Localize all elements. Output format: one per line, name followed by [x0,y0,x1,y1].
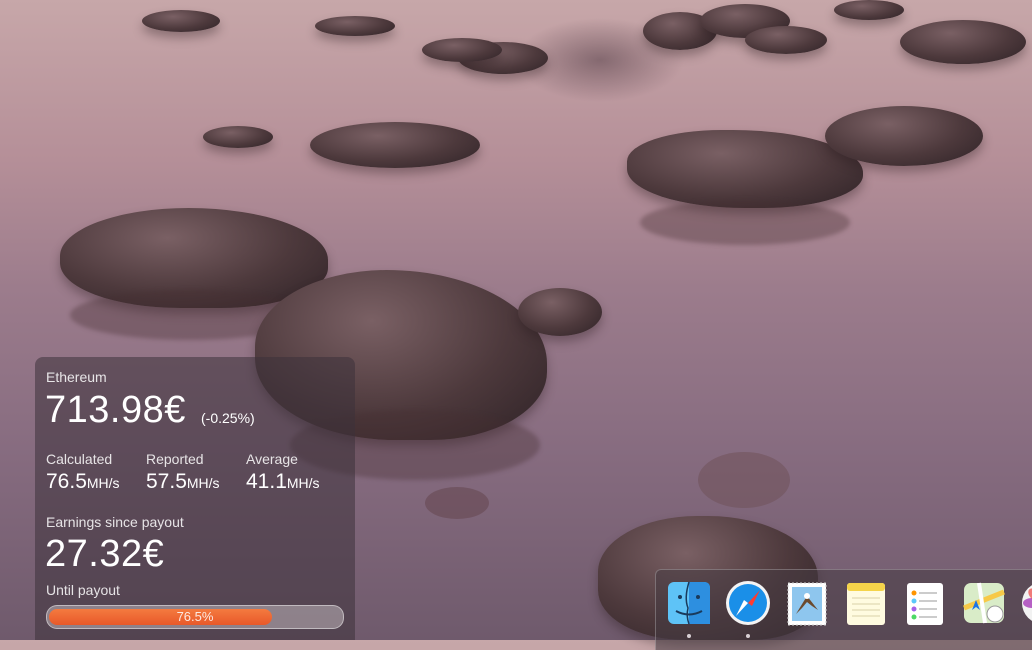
maps-icon [963,582,1005,624]
payout-label: Until payout [46,582,120,598]
mail-icon [787,582,827,626]
wallpaper-rock [518,288,602,336]
wallpaper-rock [315,16,395,36]
wallpaper-rock [422,38,502,62]
wallpaper-rock [203,126,273,148]
running-indicator [746,634,750,638]
wallpaper-rock [900,20,1026,64]
metric-value-calculated: 76.5MH/s [46,470,120,493]
reminders-icon [907,583,943,625]
wallpaper-rock [825,106,983,166]
coin-name: Ethereum [46,369,107,385]
payout-progress-bar: 76.5% [46,605,344,629]
earnings-value: 27.32€ [45,533,165,575]
dock-item-maps[interactable] [959,578,1009,628]
running-indicator [687,634,691,638]
metric-label-calculated: Calculated [46,451,113,467]
dock-item-reminders[interactable] [900,578,950,628]
mining-stats-widget: Ethereum 713.98€ (-0.25%) Calculated 76.… [35,357,355,640]
metric-label-reported: Reported [146,451,204,467]
payout-progress-text: 76.5% [176,609,214,624]
safari-icon [726,581,770,625]
coin-price: 713.98€ [45,389,186,431]
wallpaper-rock [745,26,827,54]
dock-item-safari[interactable] [723,578,773,628]
wallpaper-rock [834,0,904,20]
wallpaper-rock [142,10,220,32]
wallpaper-reflection [640,200,850,245]
finder-icon [668,581,710,625]
dock-item-mail[interactable] [782,578,832,628]
wallpaper-rock [310,122,480,168]
metric-label-average: Average [246,451,298,467]
price-change: (-0.25%) [201,410,255,426]
notes-icon [847,583,885,625]
metric-value-reported: 57.5MH/s [146,470,220,493]
metric-value-average: 41.1MH/s [246,470,320,493]
wallpaper-rock [425,487,489,519]
dock-item-notes[interactable] [841,578,891,628]
dock-item-photos[interactable] [1018,578,1032,628]
dock-item-finder[interactable] [664,578,714,628]
wallpaper-rock [698,452,790,508]
photos-icon [1022,585,1032,621]
dock [655,569,1032,650]
earnings-label: Earnings since payout [46,514,184,530]
